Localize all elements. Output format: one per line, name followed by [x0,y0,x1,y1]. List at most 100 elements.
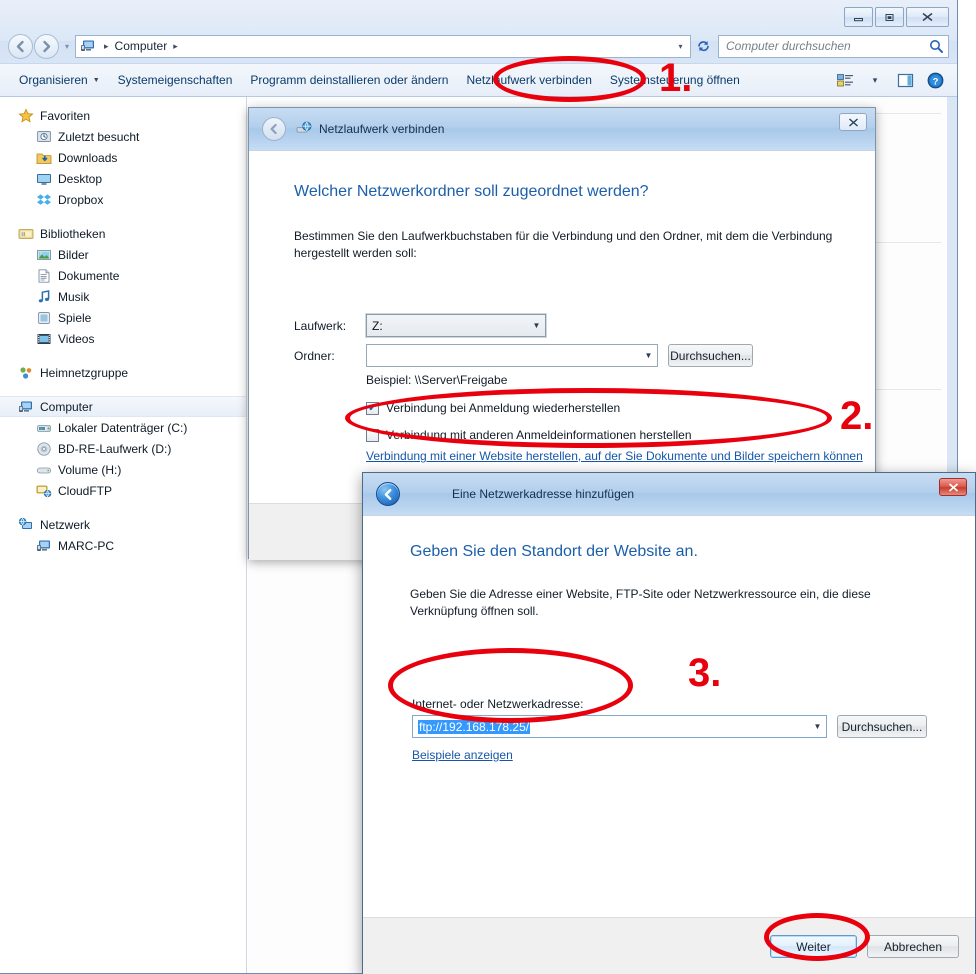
optical-drive-icon [37,441,51,456]
connect-website-link[interactable]: Verbindung mit einer Website herstellen,… [366,448,884,465]
dialog-heading: Welcher Netzwerkordner soll zugeordnet w… [294,183,649,200]
games-icon [38,311,50,324]
close-button[interactable] [839,113,867,131]
screenshot-root: ▾ ▸ Computer ▸ ▾ Computer durchsuchen Or… [0,0,976,974]
close-button[interactable] [939,478,967,496]
browse-button-label: Durchsuchen... [670,348,751,363]
toolbar-item-label: Programm deinstallieren oder ändern [250,73,449,87]
next-button-label: Weiter [796,939,831,954]
view-options-caret-icon[interactable]: ▾ [861,68,889,92]
sidebar-item-volume-h[interactable]: Volume (H:) [0,459,246,480]
chevron-down-icon[interactable]: ▼ [809,716,826,737]
search-input[interactable]: Computer durchsuchen [726,39,929,53]
example-text: Beispiel: \\Server\Freigabe [366,373,508,387]
videos-icon [37,333,51,344]
sidebar-group-label: Heimnetzgruppe [40,365,129,380]
sidebar-item-bilder[interactable]: Bilder [0,244,246,265]
removable-drive-icon [37,467,51,473]
sidebar-item-desktop[interactable]: Desktop [0,168,246,189]
title-bar [0,0,957,30]
sidebar-item-dropbox[interactable]: Dropbox [0,189,246,210]
drive-select[interactable]: Z: ▼ [366,314,546,337]
sidebar-item-label: CloudFTP [58,483,113,498]
cancel-button[interactable]: Abbrechen [867,935,959,958]
sidebar-item-videos[interactable]: Videos [0,328,246,349]
sidebar-item-marc-pc[interactable]: MARC-PC [0,535,246,556]
sidebar-item-spiele[interactable]: Spiele [0,307,246,328]
reconnect-checkbox-label: Verbindung bei Anmeldung wiederherstelle… [386,401,621,415]
address-input[interactable]: ftp://192.168.178.25/ ▼ [412,715,827,738]
dialog-title: Netzlaufwerk verbinden [296,121,444,137]
desktop-icon [37,173,51,185]
sidebar-item-zuletzt-besucht[interactable]: Zuletzt besucht [0,126,246,147]
next-button[interactable]: Weiter [770,935,857,958]
back-button[interactable] [262,117,286,141]
sidebar-item-label: Videos [58,331,95,346]
minimize-button[interactable] [844,7,873,27]
sidebar-item-lokaler-datentraeger-c[interactable]: Lokaler Datenträger (C:) [0,417,246,438]
dialog-footer: Weiter Abbrechen [363,917,975,974]
sidebar-item-computer[interactable]: Computer [0,396,246,417]
dialog-header: Eine Netzwerkadresse hinzufügen [363,473,975,515]
dropbox-icon [37,193,51,205]
show-examples-link[interactable]: Beispiele anzeigen [412,747,513,764]
toolbar-item-programm-deinstallieren[interactable]: Programm deinstallieren oder ändern [241,68,457,92]
harddisk-icon [37,424,51,432]
navigation-pane: Favoriten Zuletzt besucht Downloads Desk… [0,97,247,973]
checkbox-box[interactable] [366,429,379,442]
sidebar-item-bd-re-laufwerk-d[interactable]: BD-RE-Laufwerk (D:) [0,438,246,459]
network-location-icon [36,485,52,498]
browse-button[interactable]: Durchsuchen... [837,715,927,738]
back-button[interactable] [376,482,400,506]
homegroup-icon [20,366,32,379]
close-button[interactable] [906,7,949,27]
sidebar-item-label: Lokaler Datenträger (C:) [58,420,188,435]
sidebar-group-label: Favoriten [40,108,91,123]
credentials-checkbox[interactable]: Verbindung mit anderen Anmeldeinformatio… [366,428,692,442]
sidebar-item-dokumente[interactable]: Dokumente [0,265,246,286]
view-options-icon[interactable] [831,68,859,92]
sidebar-group-heimnetzgruppe[interactable]: Heimnetzgruppe [0,362,246,383]
cancel-button-label: Abbrechen [883,939,943,954]
toolbar-item-label: Systemeigenschaften [117,73,233,87]
toolbar-item-systemeigenschaften[interactable]: Systemeigenschaften [109,68,242,92]
sidebar-item-label: Musik [58,289,90,304]
sidebar-item-label: BD-RE-Laufwerk (D:) [58,441,172,456]
sidebar-item-cloudftp[interactable]: CloudFTP [0,480,246,501]
browse-button[interactable]: Durchsuchen... [668,344,753,367]
refresh-icon[interactable] [691,35,715,58]
checkbox-box[interactable]: ✔ [366,402,379,415]
sidebar-item-downloads[interactable]: Downloads [0,147,246,168]
sidebar-item-label: Bilder [58,247,89,262]
sidebar-group-bibliotheken[interactable]: Bibliotheken [0,223,246,244]
explorer-chrome: ▾ ▸ Computer ▸ ▾ Computer durchsuchen Or… [0,0,957,97]
toolbar-item-netzlaufwerk-verbinden[interactable]: Netzlaufwerk verbinden [457,68,600,92]
preview-pane-icon[interactable] [891,68,919,92]
maximize-button[interactable] [875,7,904,27]
breadcrumb-separator-1[interactable]: ▸ [167,41,184,52]
sidebar-item-label: Dokumente [58,268,120,283]
recent-places-icon [37,130,51,142]
sidebar-group-favoriten[interactable]: Favoriten [0,105,246,126]
address-bar[interactable]: ▸ Computer ▸ ▾ [75,34,691,58]
annotation-number-1: 1. [659,56,693,100]
back-button[interactable] [8,33,33,59]
folder-combobox[interactable]: ▼ [366,344,658,367]
help-icon[interactable]: ? [921,68,949,92]
sidebar-item-label: Zuletzt besucht [58,129,140,144]
history-dropdown-icon[interactable]: ▾ [59,34,75,59]
dialog-title-text: Eine Netzwerkadresse hinzufügen [452,487,635,501]
forward-button[interactable] [34,33,59,59]
sidebar-group-netzwerk[interactable]: Netzwerk [0,514,246,535]
sidebar-group-label: Netzwerk [40,517,91,532]
sidebar-item-musik[interactable]: Musik [0,286,246,307]
address-row: ▾ ▸ Computer ▸ ▾ Computer durchsuchen [8,33,949,59]
toolbar-item-organisieren[interactable]: Organisieren ▼ [10,68,109,92]
chevron-down-icon: ▼ [532,321,541,330]
breadcrumb-computer[interactable]: Computer [115,39,168,53]
reconnect-checkbox[interactable]: ✔ Verbindung bei Anmeldung wiederherstel… [366,401,620,415]
search-box[interactable]: Computer durchsuchen [718,34,949,58]
address-dropdown-icon[interactable]: ▾ [673,42,688,51]
